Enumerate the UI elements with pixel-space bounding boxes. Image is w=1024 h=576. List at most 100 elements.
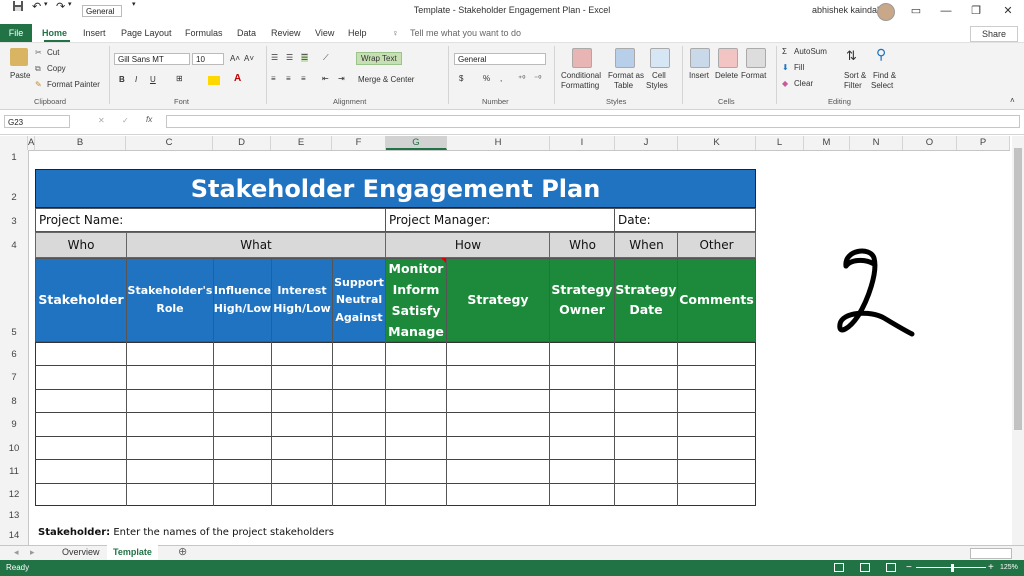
number-format-dropdown[interactable]: General bbox=[454, 53, 546, 65]
column-header-b[interactable]: B bbox=[35, 136, 126, 150]
row-header-6[interactable]: 6 bbox=[0, 349, 28, 360]
copy-button[interactable]: Copy bbox=[47, 64, 66, 73]
comma-button[interactable]: , bbox=[500, 74, 502, 83]
close-icon[interactable]: ✕ bbox=[994, 2, 1022, 20]
bold-button[interactable]: B bbox=[119, 75, 125, 84]
normal-view-icon[interactable] bbox=[834, 563, 844, 572]
zoom-slider-thumb[interactable] bbox=[951, 564, 954, 572]
header-strategy-date[interactable]: Strategy Date bbox=[614, 258, 678, 342]
insert-cells-icon[interactable] bbox=[690, 48, 710, 68]
header-interest[interactable]: Interest High/Low bbox=[271, 258, 333, 342]
format-as-table-label-1[interactable]: Format as bbox=[608, 71, 644, 80]
column-header-j[interactable]: J bbox=[615, 136, 678, 150]
next-sheet-icon[interactable]: ▸ bbox=[30, 545, 35, 560]
paste-button[interactable]: Paste bbox=[10, 71, 30, 80]
format-painter-button[interactable]: Format Painter bbox=[47, 80, 100, 89]
column-header-h[interactable]: H bbox=[447, 136, 550, 150]
align-top-icon[interactable]: ☰ bbox=[271, 53, 278, 62]
percent-button[interactable]: % bbox=[483, 74, 490, 83]
header-strategy[interactable]: Strategy bbox=[446, 258, 550, 342]
page-layout-view-icon[interactable] bbox=[860, 563, 870, 572]
header-influence[interactable]: Influence High/Low bbox=[213, 258, 272, 342]
decrease-indent-icon[interactable]: ⇤ bbox=[322, 74, 329, 83]
align-right-icon[interactable]: ≡ bbox=[301, 74, 306, 83]
clear-button[interactable]: Clear bbox=[794, 79, 813, 88]
find-select-label-2[interactable]: Select bbox=[871, 81, 893, 90]
instruction-note[interactable]: Stakeholder: Enter the names of the proj… bbox=[38, 527, 334, 538]
formula-input[interactable] bbox=[166, 115, 1020, 128]
row-header-8[interactable]: 8 bbox=[0, 396, 28, 407]
header-monitor[interactable]: Monitor Inform Satisfy Manage bbox=[385, 258, 447, 342]
category-what[interactable]: What bbox=[126, 232, 386, 258]
row-header-3[interactable]: 3 bbox=[0, 216, 28, 227]
tab-file[interactable]: File bbox=[0, 24, 32, 42]
tab-review[interactable]: Review bbox=[271, 24, 301, 42]
cut-icon[interactable]: ✂ bbox=[35, 48, 42, 57]
decrease-font-icon[interactable]: A˅ bbox=[244, 54, 254, 63]
cancel-icon[interactable]: ✕ bbox=[98, 116, 105, 125]
font-name-dropdown[interactable]: Gill Sans MT bbox=[114, 53, 190, 65]
column-header-m[interactable]: M bbox=[804, 136, 850, 150]
find-select-icon[interactable]: ⚲ bbox=[876, 46, 886, 63]
category-who-2[interactable]: Who bbox=[549, 232, 616, 258]
zoom-in-icon[interactable]: + bbox=[988, 561, 994, 575]
format-cells-icon[interactable] bbox=[746, 48, 766, 68]
category-when[interactable]: When bbox=[614, 232, 679, 258]
prev-sheet-icon[interactable]: ◂ bbox=[14, 545, 19, 560]
project-name-cell[interactable]: Project Name: bbox=[35, 208, 386, 232]
column-header-g[interactable]: G bbox=[386, 136, 447, 150]
conditional-formatting-label-2[interactable]: Formatting bbox=[561, 81, 599, 90]
insert-button[interactable]: Insert bbox=[689, 71, 709, 80]
tab-view[interactable]: View bbox=[315, 24, 334, 42]
conditional-formatting-icon[interactable] bbox=[572, 48, 592, 68]
minimize-icon[interactable]: — bbox=[932, 2, 960, 20]
ribbon-display-icon[interactable]: ▭ bbox=[902, 2, 930, 20]
sheet-tab-overview[interactable]: Overview bbox=[62, 545, 100, 560]
share-button[interactable]: Share bbox=[970, 26, 1018, 42]
zoom-out-icon[interactable]: − bbox=[906, 561, 912, 575]
column-header-c[interactable]: C bbox=[126, 136, 213, 150]
clear-icon[interactable]: ◆ bbox=[782, 79, 788, 88]
underline-button[interactable]: U bbox=[150, 75, 156, 84]
plan-title[interactable]: Stakeholder Engagement Plan bbox=[35, 169, 756, 208]
category-who[interactable]: Who bbox=[35, 232, 127, 258]
header-stakeholder[interactable]: Stakeholder bbox=[35, 258, 127, 342]
cell-styles-label-1[interactable]: Cell bbox=[652, 71, 666, 80]
conditional-formatting-label-1[interactable]: Conditional bbox=[561, 71, 601, 80]
align-center-icon[interactable]: ≡ bbox=[286, 74, 291, 83]
format-as-table-icon[interactable] bbox=[615, 48, 635, 68]
format-as-table-label-2[interactable]: Table bbox=[614, 81, 633, 90]
sort-filter-icon[interactable]: ⇅ bbox=[846, 48, 857, 64]
data-table-body[interactable] bbox=[35, 342, 756, 506]
select-all-corner[interactable] bbox=[0, 136, 28, 150]
row-header-2[interactable]: 2 bbox=[0, 192, 28, 203]
project-manager-cell[interactable]: Project Manager: bbox=[385, 208, 615, 232]
column-header-k[interactable]: K bbox=[678, 136, 756, 150]
paste-icon[interactable] bbox=[10, 48, 28, 66]
row-header-12[interactable]: 12 bbox=[0, 489, 28, 500]
increase-font-icon[interactable]: A˄ bbox=[230, 54, 240, 63]
font-size-dropdown[interactable]: 10 bbox=[192, 53, 224, 65]
row-header-9[interactable]: 9 bbox=[0, 419, 28, 430]
user-name[interactable]: abhishek kaindal bbox=[812, 5, 879, 15]
column-header-o[interactable]: O bbox=[903, 136, 957, 150]
borders-icon[interactable]: ⊞ bbox=[176, 74, 183, 83]
wrap-text-button[interactable]: Wrap Text bbox=[356, 52, 402, 65]
orientation-icon[interactable]: ⟋ bbox=[323, 53, 329, 63]
tab-help[interactable]: Help bbox=[348, 24, 367, 42]
row-header-14[interactable]: 14 bbox=[0, 530, 28, 541]
find-select-label-1[interactable]: Find & bbox=[873, 71, 896, 80]
category-how[interactable]: How bbox=[385, 232, 551, 258]
tab-data[interactable]: Data bbox=[237, 24, 256, 42]
row-header-13[interactable]: 13 bbox=[0, 510, 28, 521]
column-header-a[interactable]: A bbox=[28, 136, 35, 150]
cell-styles-label-2[interactable]: Styles bbox=[646, 81, 668, 90]
header-support[interactable]: Support Neutral Against bbox=[332, 258, 386, 342]
vertical-scrollbar-thumb[interactable] bbox=[1014, 148, 1022, 430]
column-header-f[interactable]: F bbox=[332, 136, 386, 150]
column-header-d[interactable]: D bbox=[213, 136, 271, 150]
align-bottom-icon[interactable]: ☰ bbox=[301, 53, 308, 62]
cell-styles-icon[interactable] bbox=[650, 48, 670, 68]
merge-center-button[interactable]: Merge & Center bbox=[358, 75, 414, 84]
avatar[interactable] bbox=[877, 3, 895, 21]
